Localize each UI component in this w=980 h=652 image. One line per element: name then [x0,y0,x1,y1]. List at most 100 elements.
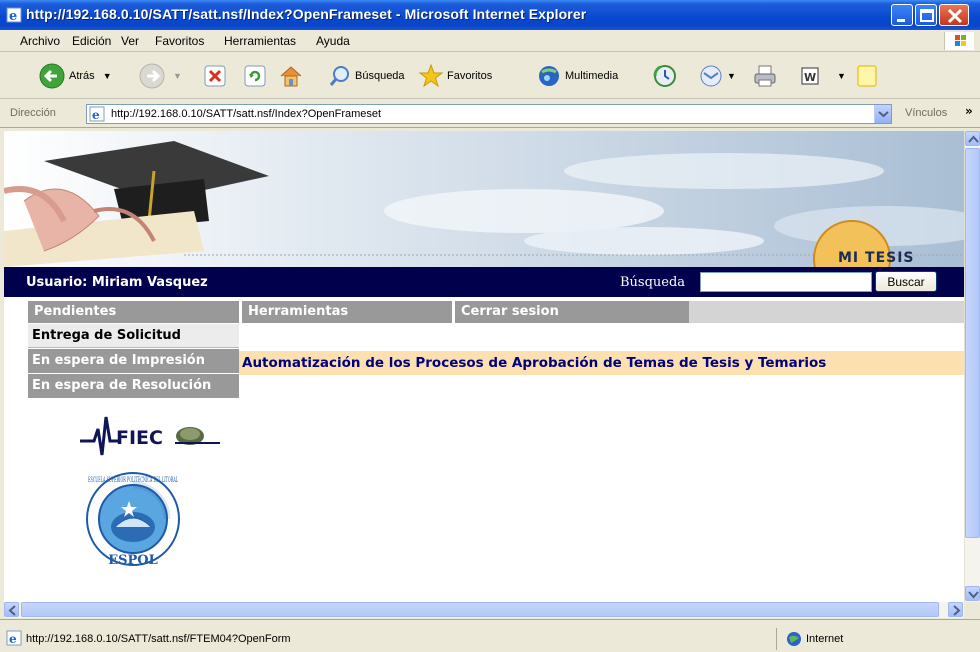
printer-icon [754,65,776,87]
stop-icon [204,65,226,87]
status-bar: e http://192.168.0.10/SATT/satt.nsf/FTEM… [0,619,980,652]
edit-button[interactable]: W ▼ [800,61,846,91]
svg-text:e: e [92,108,100,122]
search-icon [329,66,349,86]
mail-button[interactable]: ▼ [698,61,736,91]
horizontal-scroll-thumb[interactable] [21,602,939,617]
favorites-button[interactable]: Favoritos [418,61,492,91]
menu-ayuda[interactable]: Ayuda [316,34,350,48]
back-dropdown-icon[interactable]: ▼ [103,71,112,81]
favorites-label: Favoritos [447,70,493,82]
scroll-up-icon [968,135,979,143]
links-chevron-icon[interactable]: » [965,104,973,118]
svg-text:FIEC: FIEC [116,427,163,449]
submenu-espera-impresion[interactable]: En espera de Impresión [28,349,239,373]
back-button[interactable]: Atrás ▼ [38,61,112,91]
history-icon [653,65,676,87]
maximize-button[interactable] [915,4,937,26]
forward-button[interactable]: ▼ [138,61,182,91]
media-button[interactable]: Multimedia [536,61,618,91]
forward-arrow-icon [139,63,165,89]
nav-cerrar-sesion[interactable]: Cerrar sesion [455,301,689,323]
menu-herramientas[interactable]: Herramientas [224,34,296,48]
svg-text:W: W [804,71,816,84]
maximize-icon [920,9,934,22]
media-label: Multimedia [565,70,619,82]
windows-flag-logo [944,32,974,50]
history-button[interactable] [652,61,681,91]
menu-archivo[interactable]: Archivo [20,34,60,48]
refresh-button[interactable] [244,61,269,91]
nav-filler [689,301,964,323]
scroll-left-icon [8,605,16,616]
favorites-star-icon [418,63,444,88]
stop-button[interactable] [204,61,229,91]
scroll-down-icon [968,591,979,599]
page-search-button[interactable]: Buscar [875,271,937,292]
search-button[interactable]: Búsqueda [328,61,405,91]
banner-title: MI TESIS [838,250,915,266]
ie-page-icon: e [89,106,105,122]
scroll-down-button[interactable] [965,586,980,601]
word-edit-icon: W [801,67,819,85]
menu-favoritos[interactable]: Favoritos [155,34,204,48]
title-bar[interactable]: e http://192.168.0.10/SATT/satt.nsf/Inde… [0,0,980,30]
page-search-input[interactable] [700,272,872,292]
close-icon [947,8,963,24]
scroll-right-icon [953,605,961,616]
submenu-espera-resolucion[interactable]: En espera de Resolución [28,374,239,398]
espol-seal: ESCUELA SUPERIOR POLITECNICA DEL LITORAL… [86,472,180,568]
menu-edicion[interactable]: Edición [72,34,111,48]
messenger-button[interactable] [856,61,881,91]
forward-dropdown-icon[interactable]: ▼ [173,71,182,81]
vertical-scroll-thumb[interactable] [965,148,980,538]
svg-text:e: e [9,632,17,646]
scroll-up-button[interactable] [965,131,980,146]
menu-bar: Archivo Edición Ver Favoritos Herramient… [0,30,980,52]
minimize-button[interactable] [891,4,913,26]
back-label: Atrás [69,70,95,82]
page-viewport: MI TESIS Usuario: Miriam Vasquez Búsqued… [4,131,964,602]
user-label: Usuario: Miriam Vasquez [26,275,208,290]
scrollbar-corner [964,602,980,618]
address-bar: Dirección e http://192.168.0.10/SATT/sat… [0,100,980,128]
vertical-scrollbar[interactable] [964,131,980,602]
header-banner: MI TESIS [4,131,964,267]
windows-flag-icon [955,35,966,46]
standard-toolbar: Atrás ▼ ▼ Búsqueda Favoritos Multimedia [0,53,980,99]
svg-text:e: e [9,9,17,23]
status-url: http://192.168.0.10/SATT/satt.nsf/FTEM04… [26,633,291,645]
media-icon [539,66,559,86]
horizontal-scrollbar[interactable] [4,602,964,618]
back-arrow-icon [39,63,65,89]
address-label: Dirección [10,107,56,119]
chevron-down-icon [878,111,889,118]
home-button[interactable] [278,61,307,91]
svg-text:ESPOL: ESPOL [108,553,158,568]
close-button[interactable] [939,4,969,26]
page-headline: Automatización de los Procesos de Aproba… [239,351,964,375]
nav-herramientas[interactable]: Herramientas [242,301,452,323]
mail-dropdown-icon[interactable]: ▼ [727,71,736,81]
note-icon [857,65,877,87]
nav-pendientes[interactable]: Pendientes [28,301,239,323]
edit-dropdown-icon[interactable]: ▼ [837,71,846,81]
home-icon [280,66,302,87]
scroll-right-button[interactable] [948,602,963,617]
menu-ver[interactable]: Ver [121,34,139,48]
address-url: http://192.168.0.10/SATT/satt.nsf/Index?… [111,108,382,120]
page-search-label: Búsqueda [620,275,686,290]
refresh-icon [244,65,266,87]
svg-text:ESCUELA SUPERIOR POLITECNICA D: ESCUELA SUPERIOR POLITECNICA DEL LITORAL [88,476,178,484]
links-label[interactable]: Vínculos [905,107,947,119]
minimize-icon [897,19,905,22]
status-separator [776,628,777,650]
user-bar: Usuario: Miriam Vasquez Búsqueda Buscar [4,267,964,297]
window-title: http://192.168.0.10/SATT/satt.nsf/Index?… [26,6,587,22]
scroll-left-button[interactable] [4,602,19,617]
print-button[interactable] [752,61,781,91]
submenu-entrega-solicitud[interactable]: Entrega de Solicitud [28,324,239,348]
address-dropdown-button[interactable] [874,105,891,123]
mail-icon [700,65,722,87]
address-input[interactable]: e http://192.168.0.10/SATT/satt.nsf/Inde… [86,104,892,124]
